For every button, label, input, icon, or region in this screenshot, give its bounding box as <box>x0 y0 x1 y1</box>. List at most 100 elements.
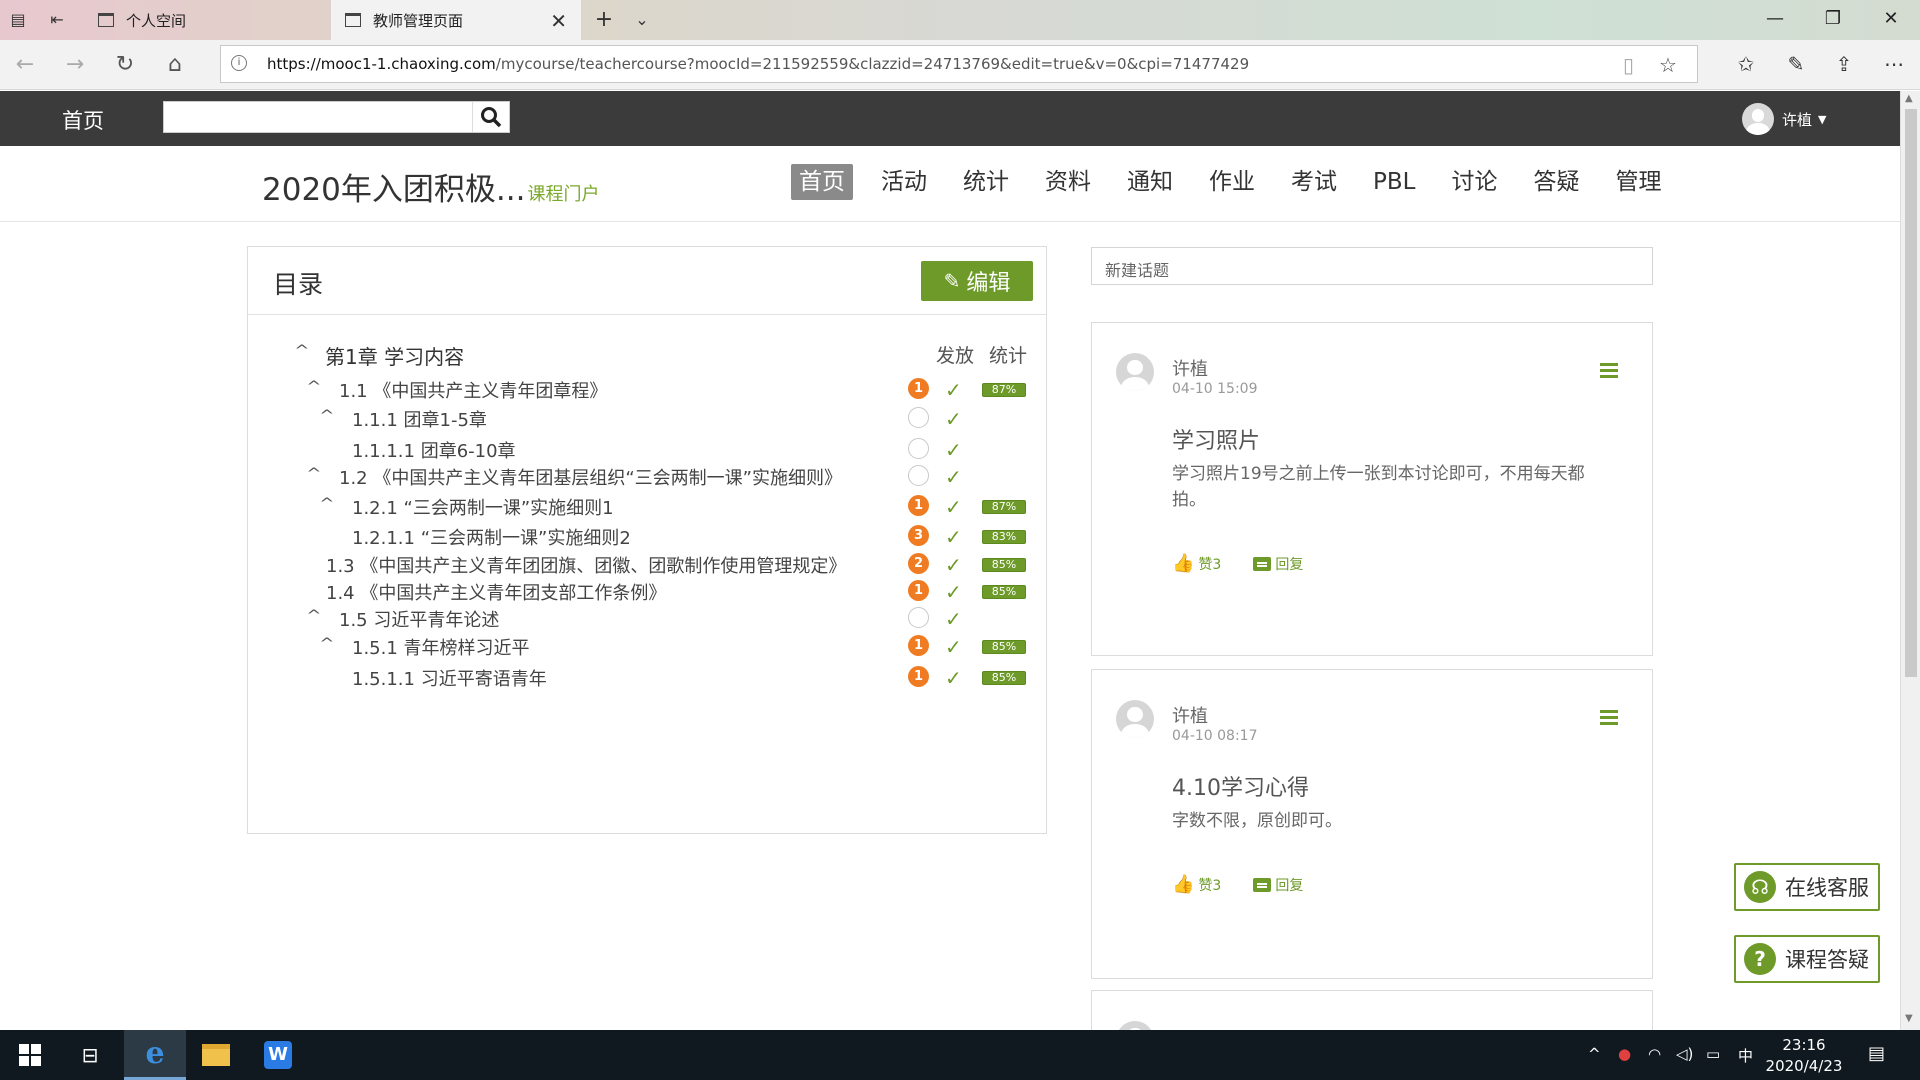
pending-count-badge[interactable]: 1 <box>908 635 929 656</box>
catalog-item[interactable]: ^ 1.2 《中国共产主义青年团基层组织“三会两制一课”实施细则》 ✓ <box>248 462 1048 492</box>
item-label[interactable]: 1.1 《中国共产主义青年团章程》 <box>339 377 607 403</box>
catalog-item[interactable]: ^ 1.5.1 青年榜样习近平 1 ✓ 85% <box>248 632 1048 662</box>
site-info-icon[interactable]: i <box>231 55 247 71</box>
item-label[interactable]: 1.5.1.1 习近平寄语青年 <box>352 665 547 691</box>
more-menu-icon[interactable]: ⋯ <box>1880 52 1908 76</box>
catalog-item[interactable]: 1.5.1.1 习近平寄语青年 1 ✓ 85% <box>248 663 1048 693</box>
reply-icon[interactable] <box>1253 556 1272 571</box>
item-label[interactable]: 1.2 《中国共产主义青年团基层组织“三会两制一课”实施细则》 <box>339 464 842 490</box>
reply-link[interactable]: 回复 <box>1275 554 1303 574</box>
new-topic-input[interactable]: 新建话题 <box>1091 247 1653 285</box>
close-tab-icon[interactable]: ✕ <box>550 9 567 33</box>
search-input[interactable] <box>163 101 510 133</box>
pending-count-badge[interactable]: 1 <box>908 378 929 399</box>
scroll-up-icon[interactable]: ▲ <box>1905 93 1913 104</box>
reply-icon[interactable] <box>1253 877 1272 892</box>
minimize-icon[interactable]: — <box>1760 8 1790 29</box>
nav-pbl[interactable]: PBL <box>1365 164 1423 200</box>
collapse-chevron-icon[interactable]: ^ <box>306 379 321 395</box>
collapse-chevron-icon[interactable]: ^ <box>306 608 321 624</box>
reply-link[interactable]: 回复 <box>1275 875 1303 895</box>
tab-personal-space[interactable]: 个人空间 <box>84 0 330 40</box>
nav-statistics[interactable]: 统计 <box>955 164 1017 200</box>
pending-count-badge[interactable]: 2 <box>908 553 929 574</box>
pending-count-badge[interactable]: 3 <box>908 525 929 546</box>
file-explorer-icon[interactable] <box>190 1030 242 1080</box>
back-icon[interactable]: ← <box>10 52 40 77</box>
chapter-title[interactable]: 第1章 学习内容 <box>325 341 464 370</box>
address-bar[interactable]: i https://mooc1-1.chaoxing.com/mycourse/… <box>220 45 1698 83</box>
wifi-icon[interactable]: ◠ <box>1648 1045 1661 1063</box>
item-label[interactable]: 1.1.1.1 团章6-10章 <box>352 437 516 463</box>
home-icon[interactable]: ⌂ <box>160 52 190 77</box>
item-label[interactable]: 1.2.1 “三会两制一课”实施细则1 <box>352 494 614 520</box>
item-label[interactable]: 1.4 《中国共产主义青年团支部工作条例》 <box>326 579 666 605</box>
nav-qa[interactable]: 答疑 <box>1525 164 1587 200</box>
catalog-item[interactable]: ^ 1.5 习近平青年论述 ✓ <box>248 604 1048 634</box>
item-label[interactable]: 1.5.1 青年榜样习近平 <box>352 634 530 660</box>
pending-count-badge[interactable]: 1 <box>908 580 929 601</box>
item-label[interactable]: 1.3 《中国共产主义青年团团旗、团徽、团歌制作使用管理规定》 <box>326 552 846 578</box>
system-clock[interactable]: 23:16 2020/4/23 <box>1764 1035 1844 1077</box>
home-link[interactable]: 首页 <box>62 105 104 135</box>
course-portal-link[interactable]: 课程门户 <box>527 184 599 205</box>
favorites-list-icon[interactable]: ✩ <box>1732 52 1760 76</box>
catalog-item[interactable]: 1.4 《中国共产主义青年团支部工作条例》 1 ✓ 85% <box>248 577 1048 607</box>
maximize-icon[interactable]: ❐ <box>1818 8 1848 29</box>
tab-actions-icon[interactable]: ▤ <box>8 10 28 30</box>
notification-center-icon[interactable]: ▤ <box>1868 1043 1885 1064</box>
collapse-chevron-icon[interactable]: ^ <box>294 343 309 359</box>
nav-materials[interactable]: 资料 <box>1037 164 1099 200</box>
battery-icon[interactable]: ▭ <box>1706 1045 1720 1063</box>
forward-icon[interactable]: → <box>60 52 90 77</box>
favorite-star-icon[interactable]: ☆ <box>1659 53 1677 77</box>
ime-indicator[interactable]: 中 <box>1738 1045 1753 1066</box>
nav-exams[interactable]: 考试 <box>1283 164 1345 200</box>
thumbs-up-icon[interactable]: 👍 <box>1172 553 1194 574</box>
user-menu[interactable]: 许植 ▼ <box>1742 103 1826 135</box>
course-qa-button[interactable]: ? 课程答疑 <box>1734 935 1880 983</box>
tab-list-chevron-icon[interactable]: ⌄ <box>632 10 652 30</box>
nav-manage[interactable]: 管理 <box>1607 164 1669 200</box>
collapse-chevron-icon[interactable]: ^ <box>306 466 321 482</box>
item-label[interactable]: 1.2.1.1 “三会两制一课”实施细则2 <box>352 524 631 550</box>
item-label[interactable]: 1.1.1 团章1-5章 <box>352 406 487 432</box>
catalog-item[interactable]: ^ 1.1 《中国共产主义青年团章程》 1 ✓ 87% <box>248 375 1048 405</box>
like-count[interactable]: 赞3 <box>1198 875 1221 895</box>
volume-icon[interactable]: ◁) <box>1676 1045 1693 1063</box>
hamburger-menu-icon[interactable] <box>1600 363 1618 381</box>
reading-view-icon[interactable]: ▯ <box>1623 53 1634 77</box>
nav-homework[interactable]: 作业 <box>1201 164 1263 200</box>
post-title[interactable]: 学习照片 <box>1172 423 1260 455</box>
set-aside-tabs-icon[interactable]: ⇤ <box>47 10 67 30</box>
online-service-button[interactable]: ☊ 在线客服 <box>1734 863 1880 911</box>
catalog-item[interactable]: ^ 1.2.1 “三会两制一课”实施细则1 1 ✓ 87% <box>248 492 1048 522</box>
pending-count-badge[interactable]: 1 <box>908 666 929 687</box>
collapse-chevron-icon[interactable]: ^ <box>319 408 334 424</box>
scroll-down-icon[interactable]: ▼ <box>1905 1013 1913 1024</box>
nav-activity[interactable]: 活动 <box>873 164 935 200</box>
wps-writer-icon[interactable]: W <box>252 1030 304 1080</box>
windows-start-icon[interactable] <box>10 1030 50 1080</box>
scroll-thumb[interactable] <box>1905 109 1917 677</box>
edge-browser-icon[interactable]: e <box>124 1030 186 1080</box>
search-button[interactable] <box>472 102 509 132</box>
tab-teacher-management[interactable]: 教师管理页面 ✕ <box>331 0 581 40</box>
catalog-item[interactable]: ^ 1.1.1 团章1-5章 ✓ <box>248 404 1048 434</box>
show-hidden-icons-chevron-icon[interactable]: ^ <box>1588 1045 1601 1063</box>
hamburger-menu-icon[interactable] <box>1600 710 1618 728</box>
catalog-item[interactable]: 1.3 《中国共产主义青年团团旗、团徽、团歌制作使用管理规定》 2 ✓ 85% <box>248 550 1048 580</box>
pending-count-badge[interactable]: 1 <box>908 495 929 516</box>
share-icon[interactable]: ⇪ <box>1830 52 1858 76</box>
post-title[interactable]: 4.10学习心得 <box>1172 770 1309 802</box>
thumbs-up-icon[interactable]: 👍 <box>1172 874 1194 895</box>
like-count[interactable]: 赞3 <box>1198 554 1221 574</box>
page-scrollbar[interactable]: ▲ ▼ <box>1900 91 1920 1030</box>
nav-notices[interactable]: 通知 <box>1119 164 1181 200</box>
item-label[interactable]: 1.5 习近平青年论述 <box>339 606 499 632</box>
new-tab-icon[interactable]: + <box>594 9 614 31</box>
catalog-item[interactable]: 1.1.1.1 团章6-10章 ✓ <box>248 435 1048 465</box>
collapse-chevron-icon[interactable]: ^ <box>319 636 334 652</box>
edit-button[interactable]: ✎ 编辑 <box>921 261 1033 301</box>
nav-home[interactable]: 首页 <box>791 164 853 200</box>
